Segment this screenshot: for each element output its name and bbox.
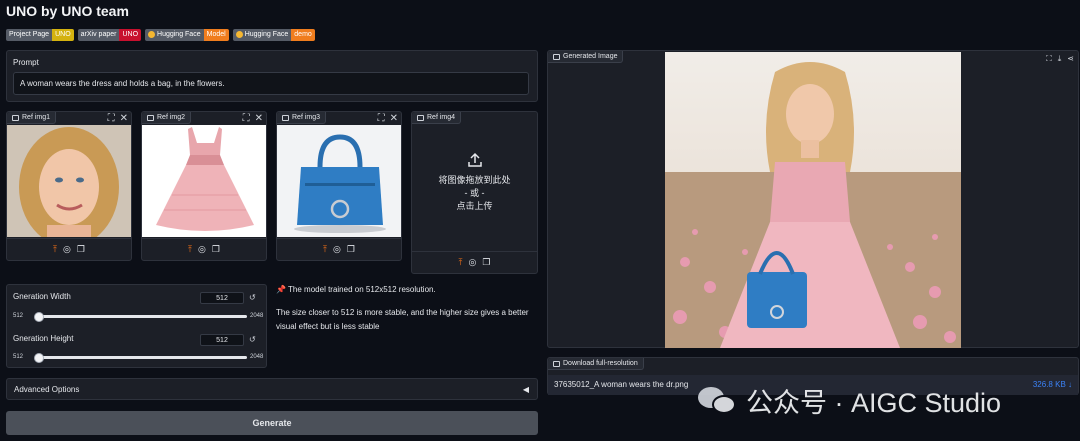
width-max: 2048 [250,313,264,319]
height-label: Gneration Height [13,334,74,343]
arxiv-badge[interactable]: arXiv paper UNO [77,29,142,41]
hf-demo-badge[interactable]: Hugging Face demo [232,29,315,41]
fullscreen-icon[interactable]: ⛶ [108,113,115,124]
watermark: 公众号 · AIGC Studio [698,381,1001,420]
ref-image-2-label: Ref img2 [142,112,192,124]
ref-image-4-panel: Ref img4 将图像拖放到此处 - 或 - 点击上传 ⤒ ◎ ❐ [411,111,538,274]
close-icon[interactable]: ✕ [255,113,263,124]
ref-image-2[interactable] [142,125,266,237]
ref-image-3-panel: Ref img3 ⛶ ✕ ⤒ ◎ ❐ [276,111,402,261]
webcam-icon[interactable]: ◎ [63,244,71,255]
generated-image-panel: Generated Image ⛶ ⤓ ⋖ [547,50,1079,348]
ref-image-1-label: Ref img1 [7,112,57,124]
width-min: 512 [13,313,24,319]
height-reset-icon[interactable]: ↺ [249,335,256,344]
output-tools: ⛶ ⤓ ⋖ [1046,54,1074,64]
image-icon [282,114,289,121]
resolution-note: 📌 The model trained on 512x512 resolutio… [276,285,436,294]
fullscreen-icon[interactable]: ⛶ [378,113,385,124]
hugging-face-icon [148,31,156,38]
ref-image-1-tools: ⛶ ✕ [108,113,128,124]
width-input[interactable]: 512 [200,292,244,304]
app-title: UNO by UNO team [6,3,129,19]
ref-image-2-footer: ⤒ ◎ ❐ [142,238,266,260]
clipboard-icon[interactable]: ❐ [212,244,220,255]
image-icon [147,114,154,121]
clipboard-icon[interactable]: ❐ [77,244,85,255]
height-input[interactable]: 512 [200,334,244,346]
width-reset-icon[interactable]: ↺ [249,293,256,302]
ref-image-1-panel: Ref img1 ⛶ ✕ ⤒ ◎ ❐ [6,111,132,261]
hugging-face-icon [235,31,243,38]
prompt-panel: Prompt A woman wears the dress and holds… [6,50,538,102]
share-icon[interactable]: ⋖ [1067,54,1074,64]
ref-image-2-tools: ⛶ ✕ [243,113,263,124]
ref-image-3[interactable] [277,125,401,237]
badge-row: Project Page UNO arXiv paper UNO Hugging F… [6,29,315,41]
close-icon[interactable]: ✕ [390,113,398,124]
download-icon[interactable]: ⤓ [1058,54,1062,64]
generated-image-label: Generated Image [548,51,624,63]
webcam-icon[interactable]: ◎ [333,244,341,255]
advanced-options-accordion[interactable]: Advanced Options ◀ [6,378,538,400]
prompt-input[interactable]: A woman wears the dress and holds a bag,… [13,72,529,95]
height-max: 2048 [250,354,264,360]
generate-button[interactable]: Generate [6,411,538,435]
image-icon [12,114,19,121]
project-page-badge[interactable]: Project Page UNO [6,29,74,41]
fullscreen-icon[interactable]: ⛶ [1046,54,1052,64]
wechat-logo-icon [698,385,738,417]
hf-model-badge[interactable]: Hugging Face Model [145,29,229,41]
ref-image-1[interactable] [7,125,131,237]
upload-icon[interactable]: ⤒ [459,257,463,268]
advanced-options-label: Advanced Options [14,385,80,394]
ref-image-3-footer: ⤒ ◎ ❐ [277,238,401,260]
image-icon [553,53,560,60]
dropzone-or: - 或 - [464,187,485,198]
upload-icon[interactable]: ⤒ [323,244,327,255]
dropzone-click: 点击上传 [456,200,493,211]
close-icon[interactable]: ✕ [120,113,128,124]
height-min: 512 [13,354,24,360]
clipboard-icon[interactable]: ❐ [347,244,355,255]
ref-image-3-label: Ref img3 [277,112,327,124]
height-slider-thumb[interactable] [34,353,44,363]
download-filename: 37635012_A woman wears the dr.png [554,380,689,389]
ref-image-4-footer: ⤒ ◎ ❐ [412,251,537,273]
upload-icon[interactable]: ⤒ [53,244,57,255]
clipboard-icon[interactable]: ❐ [482,257,490,268]
stability-note: The size closer to 512 is more stable, a… [276,308,529,331]
pin-icon: 📌 [276,285,286,294]
upload-icon[interactable]: ⤒ [188,244,192,255]
size-sliders-panel: Gneration Width 512 ↺ 512 2048 Gneration… [6,284,267,368]
file-icon [553,360,560,367]
ref-image-4-label: Ref img4 [412,112,462,124]
height-slider-track[interactable] [36,356,247,359]
width-slider-track[interactable] [36,315,247,318]
ref-image-3-tools: ⛶ ✕ [378,113,398,124]
generated-image[interactable] [665,52,961,348]
download-label: Download full-resolution [548,358,644,370]
ref-image-2-panel: Ref img2 ⛶ ✕ ⤒ ◎ ❐ [141,111,267,261]
collapse-arrow-icon: ◀ [522,385,529,394]
width-label: Gneration Width [13,292,71,301]
prompt-label: Prompt [13,58,39,67]
ref-image-1-footer: ⤒ ◎ ❐ [7,238,131,260]
width-slider-thumb[interactable] [34,312,44,322]
webcam-icon[interactable]: ◎ [198,244,206,255]
upload-icon [467,152,482,167]
dropzone-text: 将图像拖放到此处 [438,174,511,185]
image-icon [417,114,424,121]
fullscreen-icon[interactable]: ⛶ [243,113,250,124]
watermark-text: 公众号 · AIGC Studio [746,388,1002,418]
webcam-icon[interactable]: ◎ [469,257,477,268]
ref-image-4-dropzone[interactable]: 将图像拖放到此处 - 或 - 点击上传 [412,126,537,238]
download-size-link[interactable]: 326.8 KB ↓ [1033,380,1072,389]
